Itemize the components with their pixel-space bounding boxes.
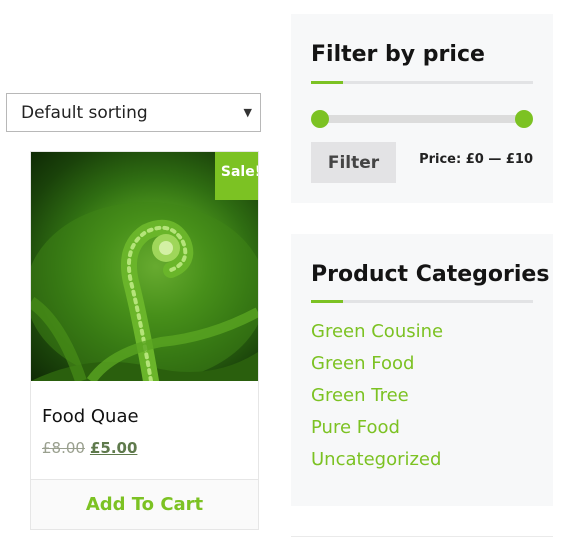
category-list: Green Cousine Green Food Green Tree Pure… (311, 320, 443, 480)
price-range-label: Price: £0 — £10 (419, 152, 533, 167)
product-card: Sale! Food Quae £8.00 £5.00 Add To Cart (30, 151, 259, 530)
title-divider (311, 81, 533, 84)
category-link[interactable]: Green Cousine (311, 320, 443, 352)
price-slider-track[interactable] (319, 115, 524, 123)
category-link[interactable]: Green Tree (311, 384, 443, 416)
divider (291, 536, 553, 537)
price-filter-title: Filter by price (311, 42, 485, 67)
product-image[interactable]: Sale! (31, 152, 258, 381)
old-price: £8.00 (42, 439, 85, 457)
price-slider-min-handle[interactable] (311, 110, 329, 128)
filter-button[interactable]: Filter (311, 142, 396, 183)
product-categories-title: Product Categories (311, 262, 550, 287)
category-link[interactable]: Green Food (311, 352, 443, 384)
chevron-down-icon: ▼ (243, 106, 252, 119)
title-divider (311, 300, 533, 303)
add-to-cart-button[interactable]: Add To Cart (31, 479, 258, 529)
sale-price: £5.00 (89, 439, 138, 457)
sorting-selected-value: Default sorting (21, 102, 148, 123)
product-title[interactable]: Food Quae (42, 406, 139, 427)
product-categories-widget: Product Categories Green Cousine Green F… (291, 234, 553, 506)
category-link[interactable]: Pure Food (311, 416, 443, 448)
price-slider-max-handle[interactable] (515, 110, 533, 128)
sale-badge: Sale! (215, 152, 258, 200)
price-row: £8.00 £5.00 (42, 439, 137, 457)
category-link[interactable]: Uncategorized (311, 448, 443, 480)
price-filter-widget: Filter by price Filter Price: £0 — £10 (291, 14, 553, 203)
sorting-select[interactable]: Default sorting ▼ (6, 93, 261, 132)
